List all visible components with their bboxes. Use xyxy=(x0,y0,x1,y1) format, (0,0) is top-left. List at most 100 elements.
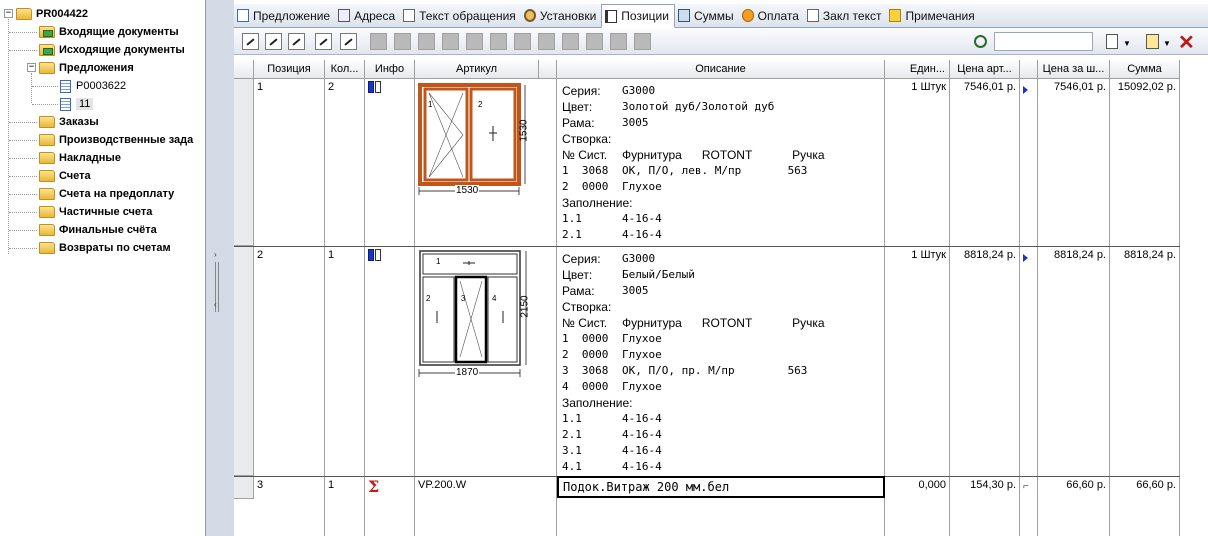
tree-item-p0003622[interactable]: P0003622 xyxy=(60,77,126,95)
header-sum[interactable]: Сумма xyxy=(1110,60,1180,79)
tab-payment[interactable]: Оплата xyxy=(739,4,804,27)
cell-qty[interactable]: 1 xyxy=(325,247,365,476)
cell-qty[interactable]: 1 xyxy=(325,477,365,536)
edit-euro-button[interactable] xyxy=(265,33,282,50)
header-price[interactable]: Цена арт... xyxy=(950,60,1020,79)
tree-root[interactable]: PR004422 xyxy=(16,5,88,23)
cell-sum[interactable]: 8818,24 р. xyxy=(1110,247,1180,476)
cell-unit[interactable]: 1 Штук xyxy=(885,247,950,476)
cell-position[interactable]: 2 xyxy=(254,247,325,476)
edit-button[interactable] xyxy=(242,33,259,50)
cell-description[interactable]: Серия: G3000 Цвет: Золотой дуб/Золотой дуб Р… xyxy=(557,79,885,246)
cell-qty[interactable]: 2 xyxy=(325,79,365,246)
collapse-offers-toggle[interactable]: − xyxy=(27,63,36,72)
collapse-root-toggle[interactable]: − xyxy=(4,9,13,18)
disabled-tool-10[interactable] xyxy=(586,33,603,50)
description-edit-field[interactable]: Подок.Витраж 200 мм.бел xyxy=(557,476,885,498)
disabled-tool-5[interactable] xyxy=(466,33,483,50)
tree-item-partial[interactable]: Частичные счета xyxy=(39,203,152,221)
cell-price[interactable]: 8818,24 р. xyxy=(950,247,1020,476)
tab-closing-text[interactable]: Закл текст xyxy=(804,4,887,27)
tree-item-waybills[interactable]: Накладные xyxy=(39,149,121,167)
header-article-extra[interactable] xyxy=(539,60,557,79)
cell-price-marker[interactable] xyxy=(1020,79,1038,246)
tab-addresses[interactable]: Адреса xyxy=(335,4,400,27)
panel-splitter[interactable]: › ‹ xyxy=(206,0,234,536)
disabled-tool-4[interactable] xyxy=(442,33,459,50)
cell-price[interactable]: 154,30 р. xyxy=(950,477,1020,536)
grid-edit-button[interactable] xyxy=(315,33,332,50)
tab-offer[interactable]: Предложение xyxy=(234,4,335,27)
tree-item-prepayment[interactable]: Счета на предоплату xyxy=(39,185,174,203)
tree-item-orders[interactable]: Заказы xyxy=(39,113,99,131)
header-article[interactable]: Артикул xyxy=(415,60,539,79)
cell-description[interactable]: Серия: G3000 Цвет: Белый/Белый Рама: 3005 Ство… xyxy=(557,247,885,476)
header-description[interactable]: Описание xyxy=(557,60,885,79)
disabled-tool-6[interactable] xyxy=(490,33,507,50)
delete-icon[interactable]: ✕ xyxy=(1178,30,1195,55)
disabled-tool-11[interactable] xyxy=(610,33,627,50)
cell-article[interactable]: VP.200.W xyxy=(415,477,557,536)
tree-item-offers[interactable]: Предложения xyxy=(39,59,134,77)
chevron-down-icon[interactable]: ▼ xyxy=(1123,39,1131,48)
disabled-tool-2[interactable] xyxy=(394,33,411,50)
cell-position[interactable]: 3 xyxy=(254,477,325,536)
cell-unit-price[interactable]: 7546,01 р. xyxy=(1038,79,1110,246)
cell-info[interactable]: Σ xyxy=(365,477,415,536)
disabled-tool-12[interactable] xyxy=(634,33,651,50)
cell-unit[interactable]: 0,000 xyxy=(885,477,950,536)
tree-item-final[interactable]: Финальные счёта xyxy=(39,221,157,239)
cell-price[interactable]: 7546,01 р. xyxy=(950,79,1020,246)
header-unit[interactable]: Един... xyxy=(885,60,950,79)
tab-sums[interactable]: Суммы xyxy=(675,4,739,27)
import-document-icon[interactable] xyxy=(1146,34,1159,49)
row-selector[interactable] xyxy=(234,79,254,246)
cell-info[interactable] xyxy=(365,247,415,476)
header-price-extra[interactable] xyxy=(1020,60,1038,79)
cell-article-drawing[interactable]: 1 2 1530 1530 xyxy=(415,79,557,246)
tab-notes[interactable]: Примечания xyxy=(886,4,979,27)
header-qty[interactable]: Кол... xyxy=(325,60,365,79)
disabled-tool-9[interactable] xyxy=(562,33,579,50)
tree-item-outgoing[interactable]: Исходящие документы xyxy=(39,41,185,59)
row-selector[interactable] xyxy=(234,247,254,476)
tree-item-invoices[interactable]: Счета xyxy=(39,167,91,185)
description-key: 1.1 xyxy=(562,212,582,225)
chevron-down-icon[interactable]: ▼ xyxy=(1163,39,1171,48)
tree-item-incoming[interactable]: Входящие документы xyxy=(39,23,179,41)
header-info[interactable]: Инфо xyxy=(365,60,415,79)
description-line: Заполнение: xyxy=(562,395,879,411)
header-position[interactable]: Позиция xyxy=(254,60,325,79)
disabled-tool-1[interactable] xyxy=(370,33,387,50)
folder-icon xyxy=(39,206,55,218)
sash-label: 4 xyxy=(492,294,497,303)
row-selector[interactable] xyxy=(234,477,254,499)
cell-info[interactable] xyxy=(365,79,415,246)
tab-settings[interactable]: Установки xyxy=(521,4,601,27)
cell-position[interactable]: 1 xyxy=(254,79,325,246)
window-edit-button[interactable] xyxy=(340,33,357,50)
tree-item-11[interactable]: 11 xyxy=(60,95,94,113)
header-unit-price[interactable]: Цена за ш... xyxy=(1038,60,1110,79)
description-key: Цвет: xyxy=(562,268,593,282)
cell-price-marker[interactable]: ⌐ xyxy=(1020,477,1038,536)
new-document-icon[interactable] xyxy=(1106,34,1118,49)
edit-text-button[interactable] xyxy=(288,33,305,50)
disabled-tool-7[interactable] xyxy=(514,33,531,50)
sash-label: 3 xyxy=(461,294,466,303)
cell-unit-price[interactable]: 66,60 р. xyxy=(1038,477,1110,536)
cell-price-marker[interactable] xyxy=(1020,247,1038,476)
search-icon[interactable] xyxy=(974,35,987,48)
disabled-tool-3[interactable] xyxy=(418,33,435,50)
tab-greeting-text[interactable]: Текст обращения xyxy=(400,4,521,27)
cell-unit[interactable]: 1 Штук xyxy=(885,79,950,246)
cell-sum[interactable]: 66,60 р. xyxy=(1110,477,1180,536)
tree-item-returns[interactable]: Возвраты по счетам xyxy=(39,239,171,257)
search-input[interactable] xyxy=(994,32,1093,51)
tab-positions[interactable]: Позиции xyxy=(601,4,675,28)
cell-article-drawing[interactable]: 1 2 3 4 1870 2150 xyxy=(415,247,557,476)
cell-sum[interactable]: 15092,02 р. xyxy=(1110,79,1180,246)
disabled-tool-8[interactable] xyxy=(538,33,555,50)
tree-item-production[interactable]: Производственные зада xyxy=(39,131,193,149)
cell-unit-price[interactable]: 8818,24 р. xyxy=(1038,247,1110,476)
